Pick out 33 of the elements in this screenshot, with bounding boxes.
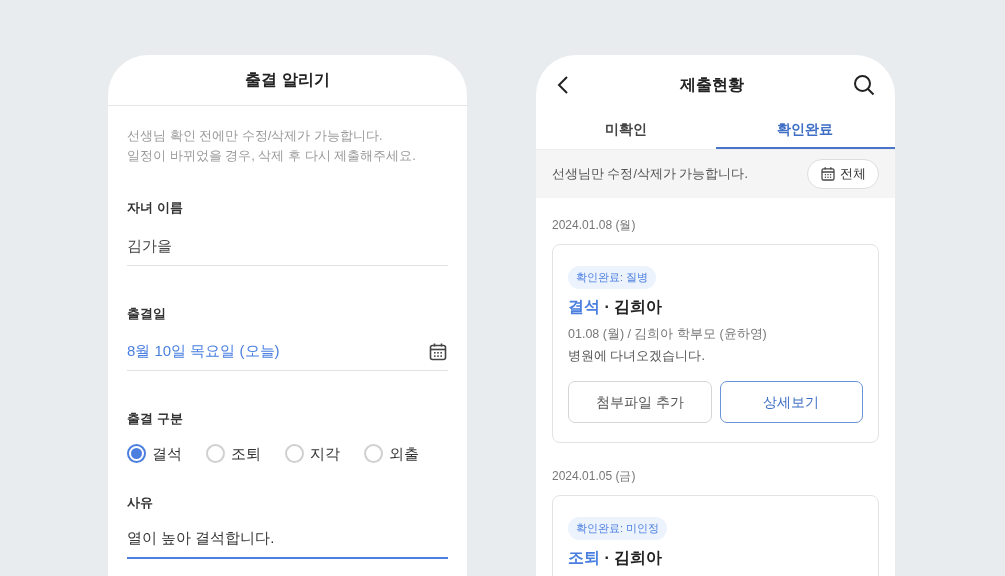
field-label: 출결 구분 — [127, 410, 183, 428]
status-badge: 확인완료: 미인정 — [568, 517, 668, 540]
field-label: 사유 — [127, 494, 153, 512]
card-title: 결석 · 김희아 — [568, 296, 663, 317]
radio-option[interactable]: 조퇴 — [206, 442, 285, 465]
notice-text: 일정이 바뀌었을 경우, 삭제 후 다시 제출해주세요. — [127, 147, 417, 165]
radio-button[interactable] — [127, 444, 146, 464]
details-button[interactable]: 상세보기 — [719, 381, 863, 423]
card-meta: 01.08 (월) / 김희아 학부모 (윤하영) — [568, 325, 767, 343]
radio-option[interactable]: 지각 — [285, 442, 364, 465]
card-title: 조퇴 · 김희아 — [568, 547, 663, 568]
radio-option[interactable]: 결석 — [127, 442, 206, 465]
tab[interactable]: 미확인 — [536, 111, 716, 149]
status-badge: 확인완료: 질병 — [568, 266, 657, 289]
calendar-icon — [428, 341, 448, 362]
field-label: 자녀 이름 — [127, 199, 183, 217]
filter-button[interactable]: 전체 — [807, 159, 879, 189]
back-icon[interactable] — [556, 75, 570, 95]
notice-text: 선생님만 수정/삭제가 가능합니다. — [552, 165, 748, 183]
screen-title: 제출현황 — [679, 75, 744, 95]
radio-option[interactable]: 외출 — [364, 442, 443, 465]
date-heading: 2024.01.05 (금) — [551, 468, 637, 485]
input-field[interactable]: 열이 높아 결석합니다. — [127, 520, 448, 559]
date-heading: 2024.01.08 (월) — [551, 217, 637, 234]
calendar-icon — [820, 166, 836, 182]
notice-text: 선생님 확인 전에만 수정/삭제가 가능합니다. — [127, 127, 384, 145]
date-field[interactable]: 8월 10일 목요일 (오늘) — [127, 333, 448, 371]
search-icon[interactable] — [853, 74, 875, 96]
attach-file-button[interactable]: 첨부파일 추가 — [568, 381, 712, 423]
field-label: 출결일 — [127, 304, 166, 323]
card-message: 병원에 다녀오겠습니다. — [568, 348, 705, 366]
screen-title: 출결 알리기 — [245, 70, 330, 90]
input-field[interactable]: 김가을 — [127, 227, 448, 266]
